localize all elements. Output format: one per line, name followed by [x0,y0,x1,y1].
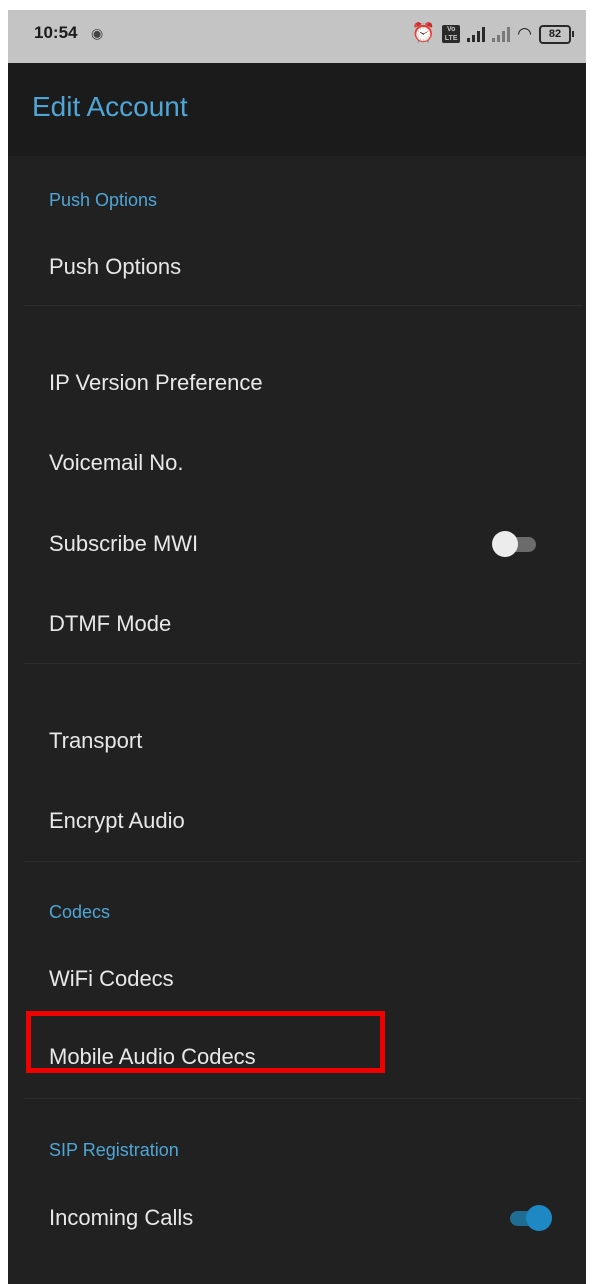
pref-label: Incoming Calls [49,1205,194,1230]
subscribe-mwi-toggle[interactable] [492,529,540,559]
divider [24,1098,582,1099]
pref-label: Encrypt Audio [49,808,185,833]
status-bar: 10:54 ◉ ⏰ Vo LTE ◠ 82 [8,10,586,63]
pref-transport[interactable]: Transport [8,706,586,776]
status-time: 10:54 [34,23,78,42]
volte-icon: Vo LTE [442,25,461,43]
pref-label: IP Version Preference [49,370,263,395]
pref-label: Subscribe MWI [49,531,199,556]
signal-weak-icon [492,26,511,42]
divider [24,861,582,862]
section-header-sip-registration: SIP Registration [49,1140,179,1160]
pref-voicemail-no[interactable]: Voicemail No. [8,428,586,498]
pref-dtmf-mode[interactable]: DTMF Mode [8,589,586,659]
pref-wifi-codecs[interactable]: WiFi Codecs [8,944,586,1014]
app-bar: Edit Account [8,63,586,156]
pref-label: Voicemail No. [49,450,184,475]
pref-push-options[interactable]: Push Options [8,232,586,302]
incoming-calls-toggle[interactable] [504,1203,552,1233]
pref-label: Transport [49,728,143,753]
page-title: Edit Account [32,91,188,122]
pref-label: WiFi Codecs [49,966,174,991]
status-icons: ⏰ Vo LTE ◠ 82 [411,24,574,44]
pref-ip-version-preference[interactable]: IP Version Preference [8,348,586,418]
battery-level: 82 [539,24,571,44]
alarm-icon: ⏰ [411,23,436,44]
wifi-icon: ◠ [517,24,532,43]
divider [24,305,582,306]
signal-icon [467,26,486,42]
pref-incoming-calls[interactable]: Incoming Calls [8,1183,586,1253]
phone-screen: 10:54 ◉ ⏰ Vo LTE ◠ 82 Edit Account Push O… [8,10,586,1284]
battery-icon: 82 [539,24,574,44]
pref-label: DTMF Mode [49,611,172,636]
hotspot-icon: ◉ [91,25,104,41]
pref-encrypt-audio[interactable]: Encrypt Audio [8,786,586,856]
highlight-box [26,1011,385,1073]
section-header-push-options: Push Options [49,190,158,210]
divider [24,663,582,664]
pref-label: Push Options [49,254,182,279]
pref-subscribe-mwi[interactable]: Subscribe MWI [8,509,586,579]
section-header-codecs: Codecs [49,902,111,922]
